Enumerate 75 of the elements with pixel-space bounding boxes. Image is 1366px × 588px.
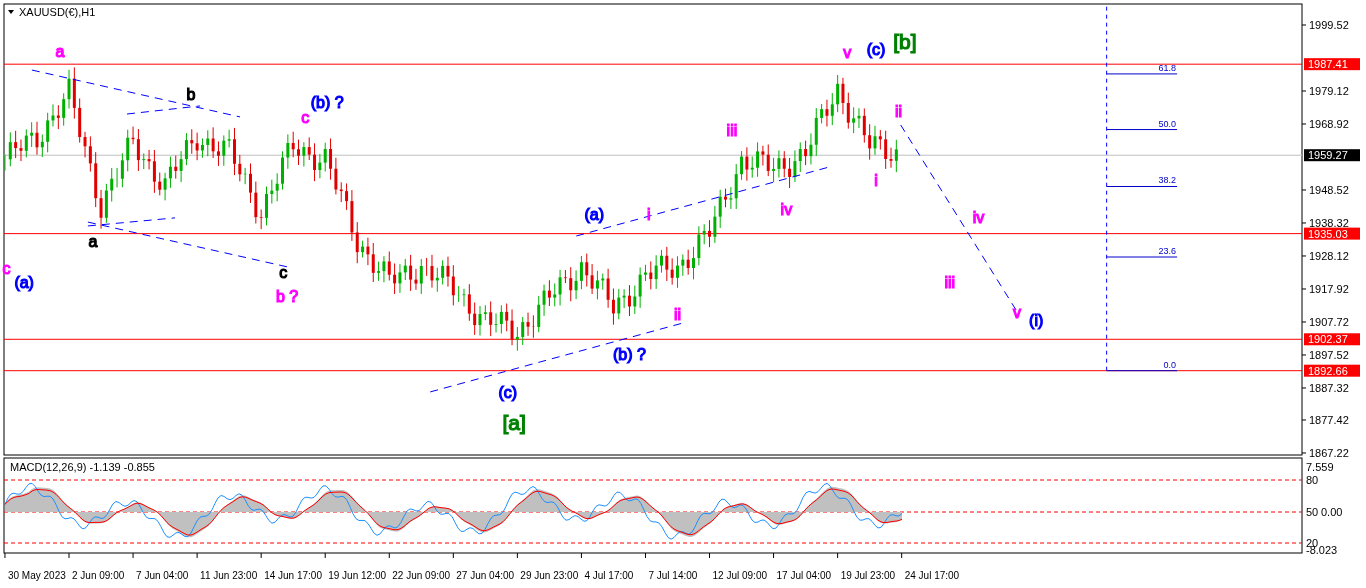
price-axis-label: 1907.72 xyxy=(1309,315,1349,328)
price-badge: 1987.41 xyxy=(1304,58,1360,71)
wave-label: c xyxy=(2,259,11,277)
wave-label: (b) ? xyxy=(310,93,344,111)
time-axis-label: 11 Jun 23:00 xyxy=(200,570,258,581)
wave-label: iv xyxy=(780,200,793,218)
fibonacci-label: 50.0 xyxy=(1158,118,1177,129)
price-axis-label: 1968.92 xyxy=(1309,118,1349,130)
macd-scale-label: 80 xyxy=(1306,474,1319,486)
price-axis-label: 1917.92 xyxy=(1309,283,1349,295)
wave-label: (c) xyxy=(866,41,886,59)
fibonacci-label: 61.8 xyxy=(1158,62,1177,73)
wave-label: c xyxy=(279,264,288,282)
wave-label: iii xyxy=(944,274,956,292)
fibonacci-level-line xyxy=(1106,73,1178,75)
time-axis-label: 19 Jul 23:00 xyxy=(840,570,896,581)
wave-label: [b] xyxy=(893,30,917,54)
time-axis-label: 17 Jul 04:00 xyxy=(776,570,832,581)
time-axis-label: 27 Jun 04:00 xyxy=(456,570,515,581)
wave-label: ii xyxy=(894,102,903,120)
wave-label: [a] xyxy=(502,411,526,435)
price-axis-label: 1928.12 xyxy=(1309,250,1349,262)
price-badge: 1892.66 xyxy=(1304,364,1360,377)
wave-label: (a) xyxy=(584,206,604,224)
price-badge: 1902.37 xyxy=(1304,333,1360,346)
wave-label: ii xyxy=(673,306,682,324)
time-axis-label: 22 Jun 09:00 xyxy=(392,570,451,581)
symbol-title: XAUUSD(€),H1 xyxy=(19,6,96,18)
wave-label: i xyxy=(874,171,878,189)
wave-label: c xyxy=(301,109,310,127)
fibonacci-level-line xyxy=(1106,370,1178,372)
price-badge: 1935.03 xyxy=(1304,227,1360,240)
price-axis-label: 1979.12 xyxy=(1309,85,1349,97)
wave-label: i xyxy=(646,206,651,224)
fibonacci-level-line xyxy=(1106,129,1178,131)
macd-scale-label: 50 xyxy=(1306,506,1319,518)
macd-title: MACD(12,26,9) -1.139 -0.855 xyxy=(10,461,155,473)
price-axis-label: 1999.52 xyxy=(1309,19,1349,31)
wave-label: a xyxy=(55,43,65,61)
dropdown-icon[interactable] xyxy=(8,10,14,14)
wave-label: (c) xyxy=(498,384,518,402)
price-axis-label: 1887.32 xyxy=(1309,381,1349,394)
price-axis-label: 1938.32 xyxy=(1309,217,1349,229)
price-axis-label: 1897.52 xyxy=(1309,348,1349,361)
wave-label: iv xyxy=(972,209,985,227)
fibonacci-label: 0.0 xyxy=(1163,359,1177,370)
time-axis-label: 19 Jun 12:00 xyxy=(328,570,387,581)
fibonacci-label: 38.2 xyxy=(1158,175,1177,186)
time-axis-label: 24 Jul 17:00 xyxy=(904,570,960,581)
time-axis-label: 2 Jun 09:00 xyxy=(72,570,125,581)
wave-label: (i) xyxy=(1029,311,1044,329)
macd-scale-label: 7.559 xyxy=(1306,461,1334,473)
fibonacci-label: 23.6 xyxy=(1158,246,1177,256)
wave-label: iii xyxy=(726,121,738,139)
time-axis-label: 4 Jul 17:00 xyxy=(584,570,634,581)
wave-label: a xyxy=(88,233,98,250)
wave-label: b ? xyxy=(276,287,299,305)
wave-label: v xyxy=(843,44,852,62)
time-axis-label: 30 May 2023 xyxy=(7,570,66,581)
wave-label: b xyxy=(186,86,196,104)
time-axis-label: 7 Jun 04:00 xyxy=(136,570,189,581)
wave-label: (a) xyxy=(14,274,34,292)
time-axis-label: 12 Jul 09:00 xyxy=(712,570,768,581)
time-axis-label: 7 Jul 14:00 xyxy=(648,570,698,581)
wave-label: (b) ? xyxy=(613,345,646,363)
price-axis-label: 1877.42 xyxy=(1309,414,1349,426)
price-axis-label: 1867.22 xyxy=(1309,447,1349,459)
time-axis-label: 14 Jun 17:00 xyxy=(264,570,322,581)
wave-label: v xyxy=(1012,304,1021,322)
time-axis-label: 29 Jun 23:00 xyxy=(520,570,579,581)
fibonacci-level-line xyxy=(1106,186,1178,187)
price-axis-label: 1948.52 xyxy=(1309,184,1349,196)
macd-scale-label: 0.00 xyxy=(1321,506,1343,518)
fibonacci-level-line xyxy=(1106,256,1178,258)
current-price-badge: 1959.27 xyxy=(1304,149,1360,162)
